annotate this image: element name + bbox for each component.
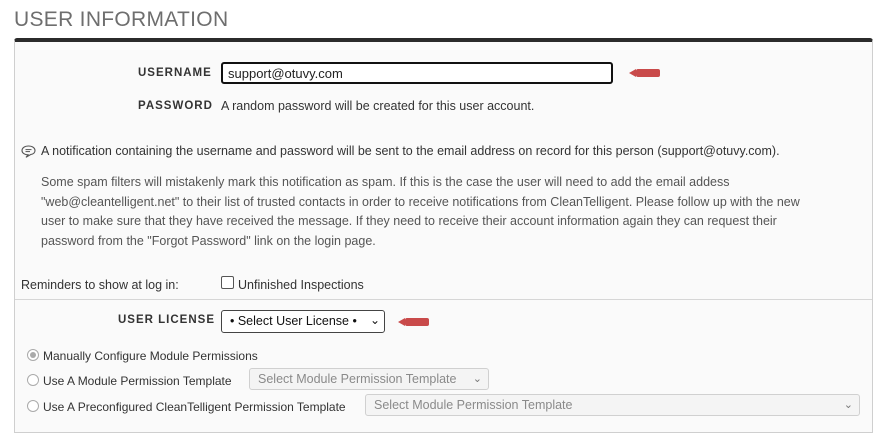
preconfigured-template-label[interactable]: Use A Preconfigured CleanTelligent Permi…	[43, 400, 346, 414]
manual-permissions-radio[interactable]	[27, 349, 39, 361]
manual-permissions-label[interactable]: Manually Configure Module Permissions	[43, 349, 258, 363]
unfinished-inspections-checkbox[interactable]	[221, 276, 234, 289]
required-marker-icon	[398, 318, 429, 326]
reminders-label: Reminders to show at log in:	[21, 278, 179, 292]
user-info-panel: USERNAME PASSWORD A random password will…	[14, 38, 873, 433]
module-template-radio[interactable]	[27, 374, 39, 386]
chevron-down-icon: ⌄	[472, 373, 482, 385]
password-label: PASSWORD	[138, 100, 213, 112]
username-input[interactable]	[221, 62, 613, 84]
page-title: USER INFORMATION	[14, 8, 229, 31]
notification-text: A notification containing the username a…	[41, 144, 780, 158]
section-divider	[15, 299, 872, 300]
user-license-selected: • Select User License •	[230, 314, 357, 328]
user-license-select[interactable]: • Select User License • ⌄	[221, 310, 385, 333]
user-license-label: USER LICENSE	[118, 314, 215, 326]
speech-bubble-icon	[21, 145, 36, 158]
chevron-down-icon: ⌄	[843, 399, 853, 411]
preconfigured-template-select[interactable]: Select Module Permission Template ⌄	[365, 394, 860, 416]
module-template-select-value: Select Module Permission Template	[258, 372, 457, 386]
spam-filter-note: Some spam filters will mistakenly mark t…	[41, 175, 800, 248]
preconfigured-template-select-value: Select Module Permission Template	[374, 398, 573, 412]
chevron-down-icon: ⌄	[369, 313, 380, 327]
preconfigured-template-radio[interactable]	[27, 400, 39, 412]
module-template-select[interactable]: Select Module Permission Template ⌄	[249, 368, 489, 390]
module-template-label[interactable]: Use A Module Permission Template	[43, 374, 232, 388]
username-label: USERNAME	[138, 67, 212, 79]
password-info-text: A random password will be created for th…	[221, 99, 535, 113]
required-marker-icon	[629, 69, 660, 77]
unfinished-inspections-label[interactable]: Unfinished Inspections	[238, 278, 364, 292]
